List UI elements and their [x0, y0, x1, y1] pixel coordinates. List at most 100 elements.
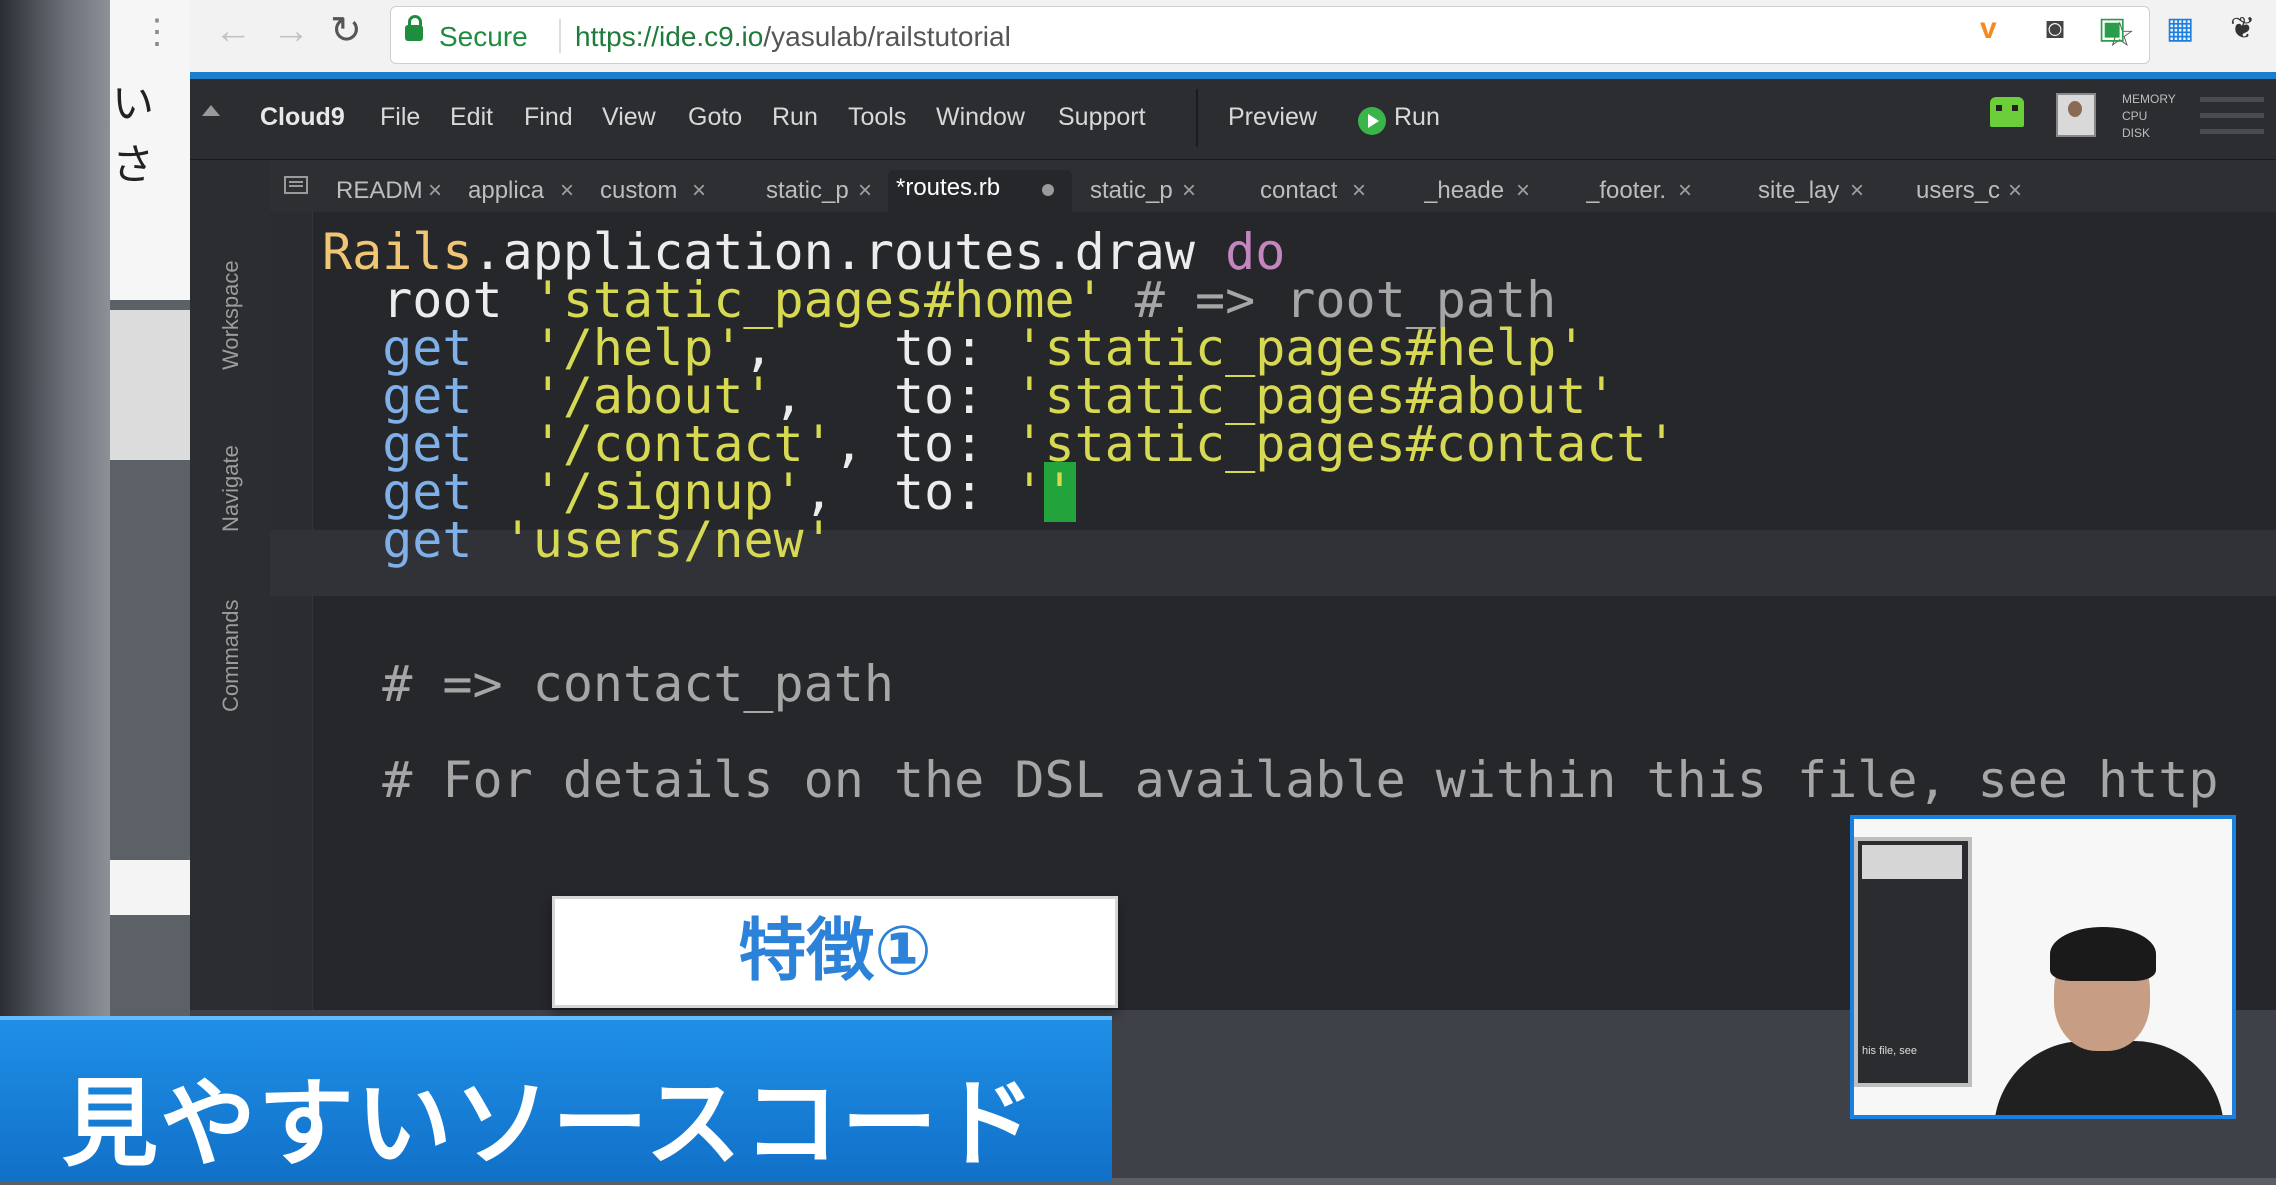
avatar[interactable] — [2056, 93, 2096, 137]
background-glyph: いさ — [112, 79, 155, 189]
tab-static-pages[interactable]: static_p × — [758, 170, 878, 212]
menu-find[interactable]: Find — [524, 103, 573, 132]
tab-label: _heade — [1424, 177, 1505, 204]
menu-goto[interactable]: Goto — [688, 103, 742, 132]
menu-view[interactable]: View — [602, 103, 656, 132]
code-token: 'static_pages#contact' — [1014, 415, 1677, 473]
tab-label: *routes.rb — [896, 174, 1001, 201]
forward-arrow-icon[interactable]: → — [272, 12, 310, 50]
evernote-icon[interactable]: ❦ — [2230, 14, 2255, 44]
secure-label: Secure — [439, 21, 528, 52]
extension-v-icon[interactable]: v — [1980, 14, 1997, 44]
tab-label: applica — [468, 177, 545, 204]
stat-disk-label: DISK — [2122, 126, 2151, 140]
pip-monitor: his file, see — [1854, 837, 1972, 1087]
code-line[interactable]: # => contact_path — [322, 654, 894, 714]
tab-contact[interactable]: contact × — [1252, 170, 1372, 212]
stat-memory-label: MEMORY — [2122, 92, 2176, 106]
tab-static-pages-2[interactable]: static_p × — [1082, 170, 1202, 212]
tab-header[interactable]: _heade × — [1416, 170, 1536, 212]
tab-users[interactable]: users_c × — [1908, 170, 2028, 212]
extension-green-icon[interactable]: ▣ — [2098, 14, 2126, 44]
tab-label: READM — [336, 177, 423, 204]
tab-bar: READM × applica × custom × static_p × *route… — [270, 160, 2276, 212]
background-window-pane — [110, 310, 190, 460]
tab-site-layout[interactable]: site_lay × — [1750, 170, 1870, 212]
tab-footer[interactable]: _footer. × — [1578, 170, 1698, 212]
background-blur — [0, 0, 110, 1178]
tab-close-icon[interactable]: × — [1850, 170, 1864, 212]
tab-close-icon[interactable]: × — [1516, 170, 1530, 212]
menu-divider — [1196, 89, 1198, 147]
extension-blue-icon[interactable]: ▦ — [2166, 14, 2194, 44]
pocket-icon[interactable]: ◙ — [2046, 14, 2064, 44]
tab-label: _footer. — [1586, 177, 1667, 204]
url-host: https://ide.c9.io — [575, 21, 764, 52]
run-play-icon[interactable] — [1358, 107, 1386, 135]
left-sidebar: Workspace Navigate Commands — [190, 160, 271, 1010]
url-separator — [559, 19, 561, 53]
menu-bar: Cloud9 File Edit Find View Goto Run Tool… — [190, 79, 2276, 160]
url-path: /yasulab/railstutorial — [763, 21, 1011, 52]
url-text[interactable]: https://ide.c9.io/yasulab/railstutorial — [575, 21, 1011, 53]
feature-label: 特徴① — [738, 912, 932, 991]
reload-icon[interactable]: ↻ — [330, 12, 362, 50]
tab-label: static_p — [766, 177, 849, 204]
caption-banner: 見やすいソースコード — [0, 1016, 1112, 1182]
code-line[interactable]: # For details on the DSL available withi… — [322, 750, 2218, 810]
tab-close-icon[interactable]: × — [560, 170, 574, 212]
code-token: , to: — [803, 463, 1015, 521]
tab-close-icon[interactable]: × — [1352, 170, 1366, 212]
address-bar[interactable]: Secure https://ide.c9.io/yasulab/railstu… — [390, 6, 2150, 64]
tab-close-icon[interactable]: × — [428, 170, 442, 212]
background-window: いさ — [110, 0, 190, 1010]
tab-close-icon[interactable]: × — [858, 170, 872, 212]
tab-close-icon[interactable]: × — [2008, 170, 2022, 212]
tab-application[interactable]: applica × — [460, 170, 580, 212]
browser-toolbar: ⋮ ← → ↻ Secure https://ide.c9.io/yasulab… — [140, 0, 2276, 73]
menu-edit[interactable]: Edit — [450, 103, 493, 132]
accent-strip — [190, 72, 2276, 79]
tab-label: contact — [1260, 177, 1338, 204]
menu-file[interactable]: File — [380, 103, 420, 132]
collapse-caret-icon[interactable] — [202, 105, 220, 116]
code-token: # => contact_path — [322, 655, 894, 713]
unsaved-dot-icon[interactable] — [1042, 184, 1054, 196]
code-content[interactable]: Rails.application.routes.draw do root 's… — [322, 212, 2218, 850]
editor-gutter — [270, 212, 313, 1010]
tab-close-icon[interactable]: × — [1182, 170, 1196, 212]
tab-custom[interactable]: custom × — [592, 170, 712, 212]
tab-label: static_p — [1090, 177, 1173, 204]
lock-icon — [405, 15, 423, 41]
menu-support[interactable]: Support — [1058, 103, 1146, 132]
tab-label: custom — [600, 177, 678, 204]
tabs-menu-icon[interactable] — [284, 176, 308, 194]
tab-label: users_c — [1916, 177, 2001, 204]
caption-text: 見やすいソースコード — [62, 1068, 1038, 1180]
run-button[interactable]: Run — [1394, 103, 1440, 132]
pip-person-body — [1994, 1041, 2224, 1115]
sidebar-commands[interactable]: Commands — [218, 600, 244, 712]
code-line[interactable]: get 'users/new' — [322, 510, 834, 570]
resource-stats[interactable]: MEMORY CPU DISK — [2122, 91, 2176, 142]
memory-bar — [2200, 97, 2264, 102]
menu-brand[interactable]: Cloud9 — [260, 103, 345, 132]
menu-run[interactable]: Run — [772, 103, 818, 132]
preview-button[interactable]: Preview — [1228, 103, 1317, 132]
menu-window[interactable]: Window — [936, 103, 1025, 132]
back-arrow-icon[interactable]: ← — [214, 12, 252, 50]
tab-readme[interactable]: READM × — [328, 170, 448, 212]
cpu-bar — [2200, 113, 2264, 118]
tab-close-icon[interactable]: × — [692, 170, 706, 212]
menu-tools[interactable]: Tools — [848, 103, 906, 132]
sidebar-workspace[interactable]: Workspace — [218, 260, 244, 370]
tab-close-icon[interactable]: × — [1678, 170, 1692, 212]
tab-routes[interactable]: *routes.rb — [888, 170, 1072, 212]
stat-cpu-label: CPU — [2122, 109, 2148, 123]
feature-label-box: 特徴① — [552, 896, 1118, 1008]
kebab-menu-icon[interactable]: ⋮ — [140, 12, 174, 52]
collaborator-icon[interactable] — [1990, 97, 2024, 127]
code-token: # For details on the DSL available withi… — [322, 751, 2219, 809]
code-token: ' — [1014, 463, 1045, 521]
sidebar-navigate[interactable]: Navigate — [218, 445, 244, 532]
